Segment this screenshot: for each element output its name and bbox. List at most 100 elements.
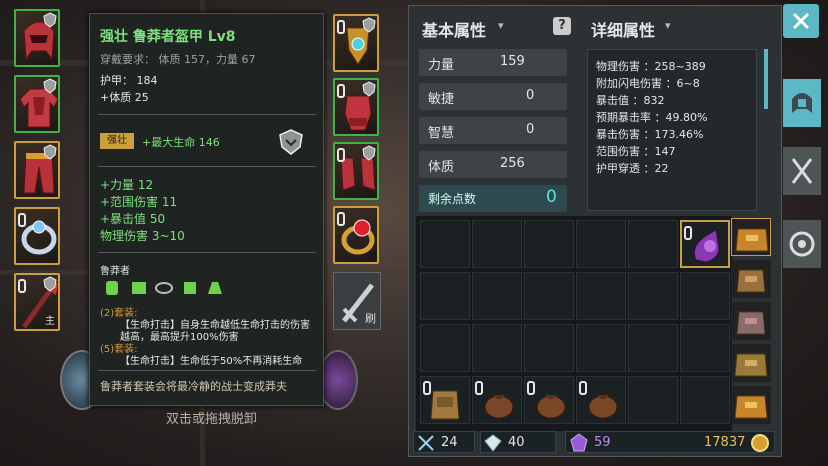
equip-slot-boots[interactable] <box>333 142 379 200</box>
inventory-slot[interactable] <box>524 220 574 268</box>
inventory-slot[interactable] <box>576 220 626 268</box>
unequip-hint: 双击或拖拽脱卸 <box>166 412 258 427</box>
bag-tab[interactable] <box>731 260 771 298</box>
stat-value: 159 <box>500 54 525 69</box>
equip-slot-weapon[interactable]: 主 <box>14 273 60 331</box>
affix-line: +暴击值 50 <box>100 212 166 226</box>
set5-text: 【生命打击】生命低于50%不再消耗生命 <box>120 356 303 367</box>
equip-slot-gloves[interactable] <box>333 78 379 136</box>
inventory-slot-pouch[interactable] <box>524 376 574 424</box>
equip-slot-armor[interactable] <box>14 75 60 133</box>
chain-icon <box>18 279 26 293</box>
shield-level-icon <box>362 145 376 161</box>
inventory-slot[interactable] <box>472 272 522 320</box>
currency-gems: 40 <box>480 431 556 453</box>
gem-icon <box>484 434 502 452</box>
stat-row-agility: 敏捷 0 <box>419 83 567 110</box>
close-icon <box>792 12 810 30</box>
equip-slot-helmet[interactable] <box>14 9 60 67</box>
equip-slot-ring2[interactable] <box>333 206 379 264</box>
crystal-icon <box>570 433 588 452</box>
bag-tab[interactable] <box>731 218 771 256</box>
stat-label: 体质 <box>428 160 455 175</box>
chain-icon <box>337 148 345 162</box>
item-tooltip: 强壮 鲁莽者盔甲 Lv8 穿戴要求： 体质 157，力量 67 护甲： 184 … <box>89 13 324 406</box>
remaining-points: 剩余点数 0 <box>419 185 567 212</box>
inventory-slot[interactable] <box>576 324 626 372</box>
tab-settings[interactable] <box>783 220 821 268</box>
bag-tab[interactable] <box>731 344 771 382</box>
detail-line: 范围伤害 ：147 <box>596 145 676 158</box>
enchant-badge: 强壮 <box>100 133 134 149</box>
detail-scrollbar[interactable] <box>764 49 768 109</box>
detail-line: 附加闪电伤害 ：6~8 <box>596 77 700 90</box>
skill-orb-right <box>318 350 358 410</box>
reforge-button[interactable]: 刷 <box>333 272 381 330</box>
helmet-tab-icon <box>792 93 812 113</box>
enchant-stat: +最大生命 146 <box>142 136 220 149</box>
stat-row-vitality: 体质 256 <box>419 151 567 178</box>
shield-icon <box>278 128 304 160</box>
inventory-slot[interactable] <box>628 220 678 268</box>
swords-count: 24 <box>441 435 458 450</box>
inventory-slot[interactable] <box>420 324 470 372</box>
tab-skills[interactable] <box>783 147 821 195</box>
chain-icon <box>423 381 431 395</box>
equip-slot-amulet[interactable] <box>333 14 379 72</box>
set-name: 鲁莽者 <box>100 266 130 277</box>
crossed-swords-icon <box>418 435 434 451</box>
stat-value: 0 <box>526 88 535 103</box>
bag-tab[interactable] <box>731 386 771 424</box>
inventory-slot[interactable] <box>680 272 730 320</box>
tab-equipment[interactable] <box>783 79 821 127</box>
stat-value: 256 <box>500 156 525 171</box>
inventory-slot-potion[interactable] <box>680 220 730 268</box>
inventory-slot-backpack[interactable] <box>420 376 470 424</box>
gold-count: 17837 <box>704 435 746 450</box>
inventory-slot[interactable] <box>628 272 678 320</box>
inventory-slot[interactable] <box>628 376 678 424</box>
inventory-slot[interactable] <box>524 272 574 320</box>
stat-value: 0 <box>526 122 535 137</box>
item-title: 强壮 鲁莽者盔甲 Lv8 <box>100 29 236 45</box>
inventory-slot[interactable] <box>680 324 730 372</box>
inventory-slot[interactable] <box>680 376 730 424</box>
chain-icon <box>684 226 692 240</box>
affix-line: +范围伤害 11 <box>100 195 178 209</box>
bag-tab[interactable] <box>731 302 771 340</box>
swords-tab-icon <box>791 158 813 184</box>
inventory-slot-pouch[interactable] <box>576 376 626 424</box>
equip-slot-ring[interactable] <box>14 207 60 265</box>
arrow-down-icon: ▾ <box>665 19 671 32</box>
reforge-label: 刷 <box>365 312 376 325</box>
equip-slot-pants[interactable] <box>14 141 60 199</box>
close-button[interactable] <box>783 4 819 38</box>
detail-stats-box: 物理伤害 ：258~389 附加闪电伤害 ：6~8 暴击值 ：832 预期暴击率… <box>587 49 757 211</box>
gear-tab-icon <box>789 231 815 257</box>
gold-coin-icon <box>751 434 769 452</box>
inventory-slot-pouch[interactable] <box>472 376 522 424</box>
set-pieces-icons <box>104 278 234 302</box>
inventory-grid <box>416 216 732 431</box>
flavor-text: 鲁莽者套装会将最冷静的战士变成莽夫 <box>100 380 287 393</box>
crystals-count: 59 <box>594 435 611 450</box>
detail-line: 预期暴击率 ：49.80% <box>596 111 708 124</box>
inventory-slot[interactable] <box>420 272 470 320</box>
gems-count: 40 <box>508 435 525 450</box>
affix-line: 物理伤害 3~10 <box>100 229 185 243</box>
character-panel: 基本属性 ▾ ? 详细属性 ▾ 力量 159 敏捷 0 智慧 0 体质 256 剩余点数… <box>408 5 782 457</box>
inventory-slot[interactable] <box>576 272 626 320</box>
detail-attributes-header: 详细属性 <box>591 21 656 40</box>
remaining-value: 0 <box>546 187 557 207</box>
help-icon[interactable]: ? <box>553 17 571 35</box>
inventory-slot[interactable] <box>628 324 678 372</box>
chain-icon <box>18 213 26 227</box>
chain-icon <box>337 20 345 34</box>
chain-icon <box>337 84 345 98</box>
inventory-slot[interactable] <box>472 324 522 372</box>
inventory-slot[interactable] <box>420 220 470 268</box>
base-stat: 护甲： 184 <box>100 74 158 87</box>
shield-level-icon <box>43 144 57 160</box>
inventory-slot[interactable] <box>524 324 574 372</box>
inventory-slot[interactable] <box>472 220 522 268</box>
